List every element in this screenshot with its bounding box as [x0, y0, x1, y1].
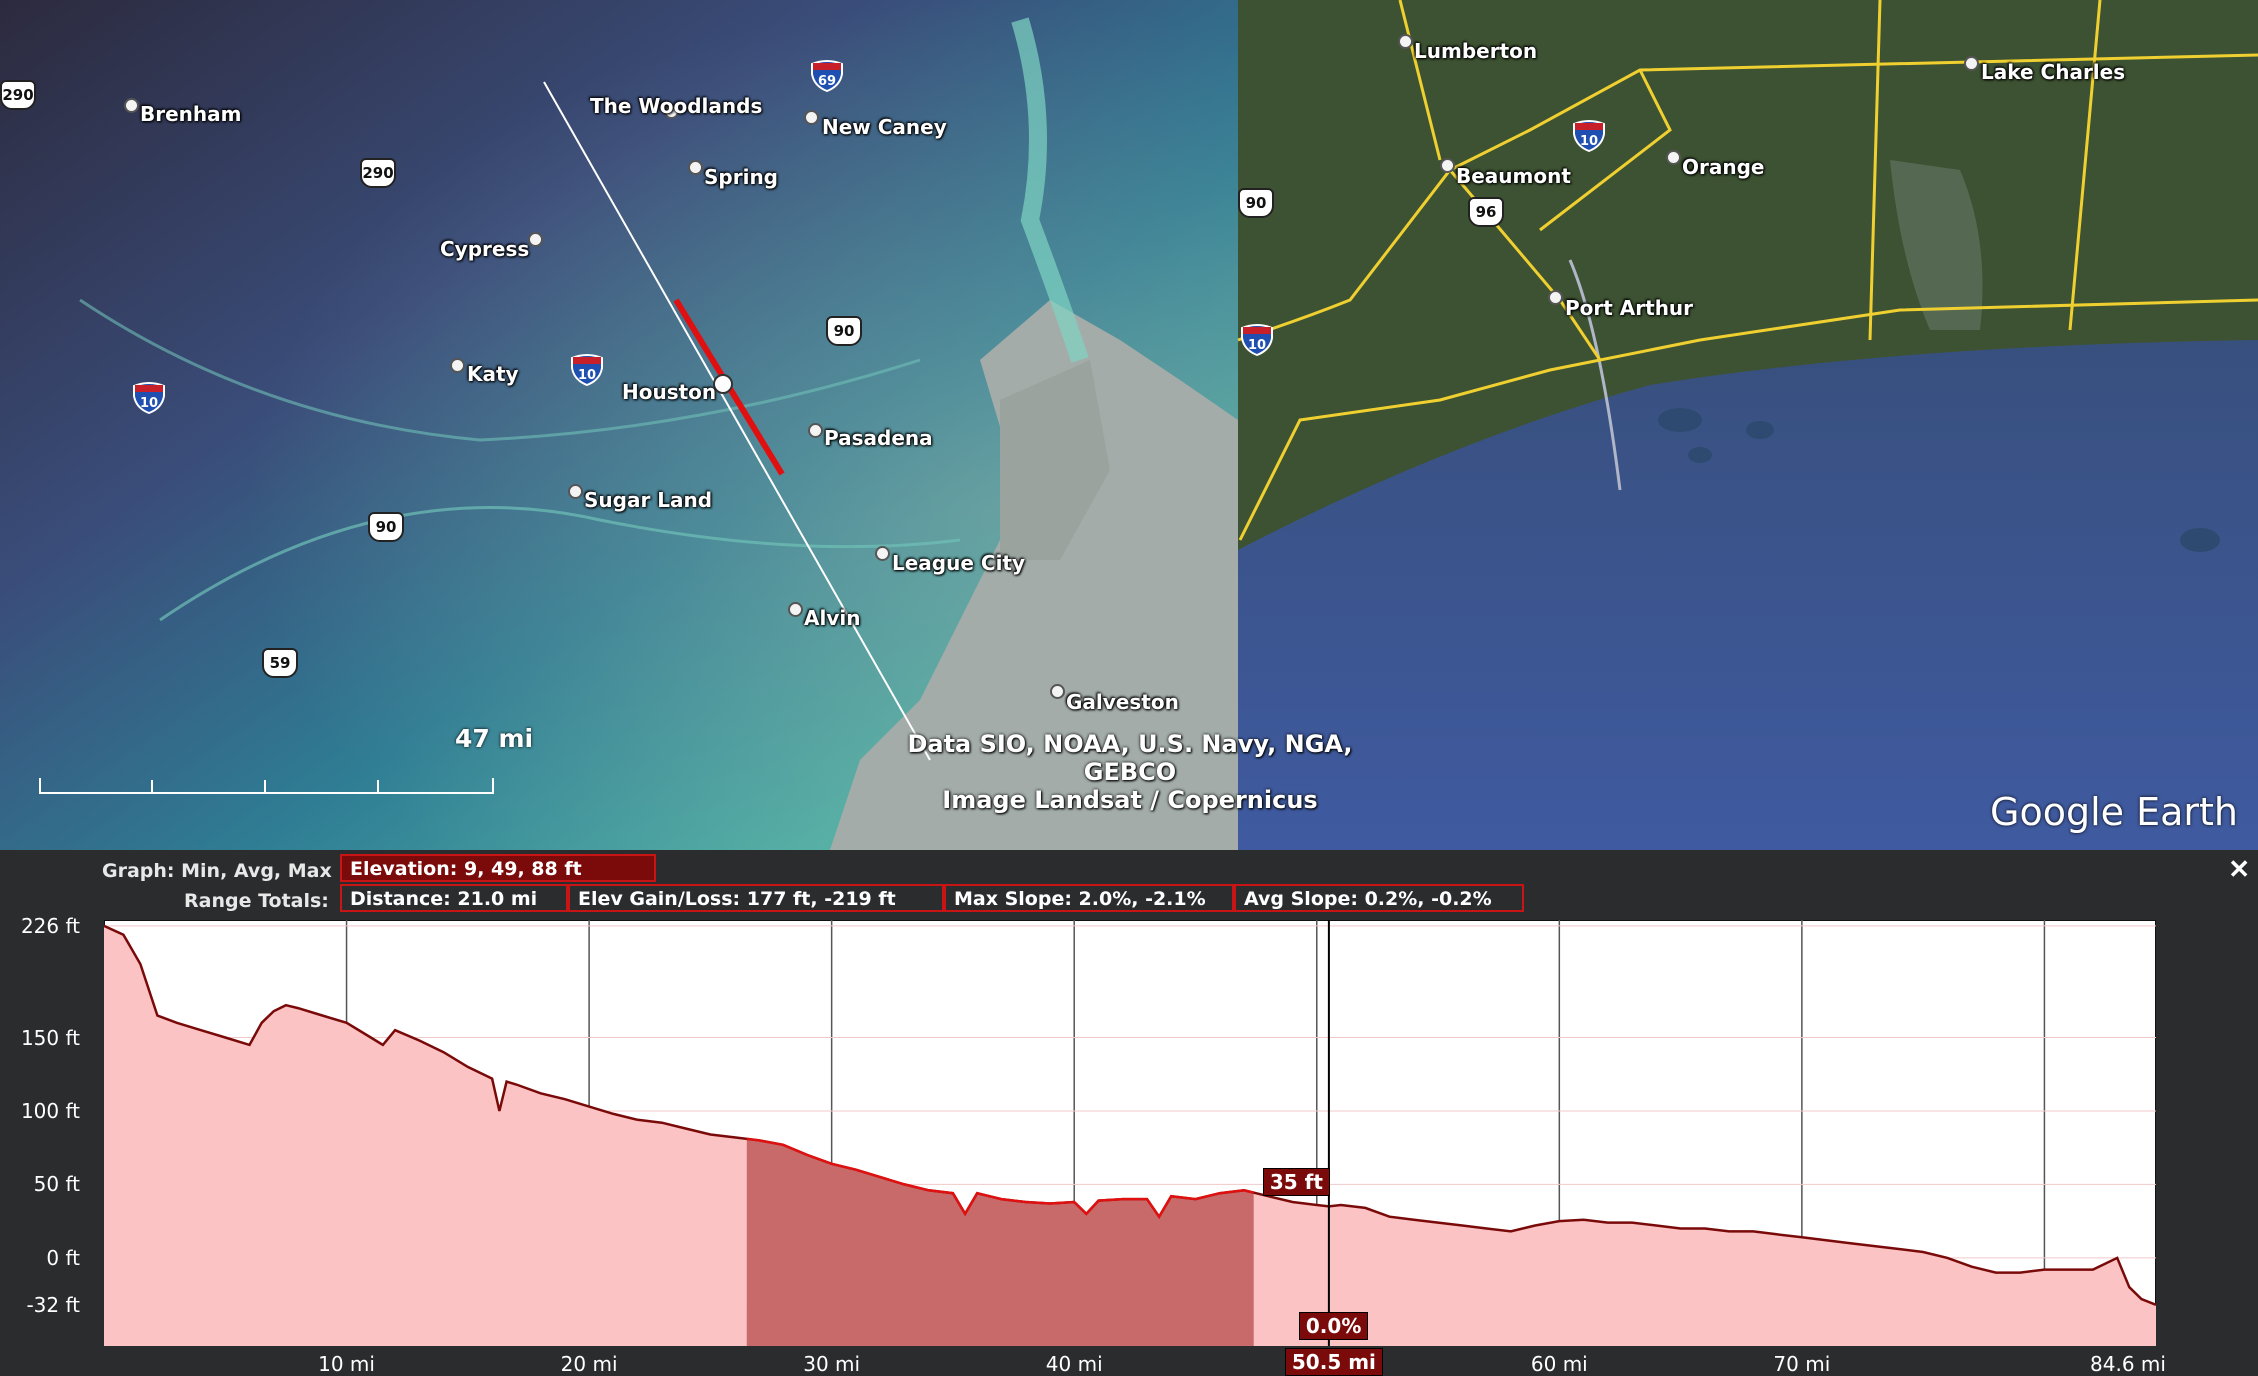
place-dot[interactable] [875, 546, 890, 561]
x-tick-label: 60 mi [1530, 1352, 1588, 1376]
place-label: Cypress [440, 237, 530, 261]
y-tick-label: 226 ft [20, 913, 80, 938]
place-label: New Caney [822, 115, 947, 139]
place-dot[interactable] [804, 110, 819, 125]
svg-text:10: 10 [140, 396, 158, 411]
place-dot[interactable] [528, 232, 543, 247]
y-tick-label: 150 ft [20, 1025, 80, 1050]
elevation-stat: Elevation: 9, 49, 88 ft [340, 854, 656, 882]
us-route-shield-icon: 290 [360, 158, 396, 188]
scale-label: 47 mi [455, 724, 534, 753]
map-view[interactable]: Brenham The Woodlands New Caney Spring C… [0, 0, 2258, 850]
x-tick-label: 84.6 mi [2090, 1352, 2166, 1376]
svg-text:10: 10 [1248, 338, 1266, 353]
us-route-shield-icon: 90 [368, 512, 404, 542]
interstate-shield-icon: 10 [133, 382, 165, 414]
range-totals-label: Range Totals: [184, 890, 329, 912]
place-dot[interactable] [1440, 158, 1455, 173]
cursor-slope-tag: 0.0% [1298, 1312, 1369, 1340]
place-label: Brenham [140, 102, 242, 126]
x-tick-label: 40 mi [1045, 1352, 1103, 1376]
max-slope-stat: Max Slope: 2.0%, -2.1% [944, 884, 1234, 912]
place-label: Beaumont [1456, 164, 1571, 188]
place-label: Lumberton [1414, 39, 1538, 63]
place-label: Katy [467, 362, 519, 386]
place-dot[interactable] [1666, 150, 1681, 165]
place-dot[interactable] [1548, 290, 1563, 305]
place-label: Houston [622, 380, 717, 404]
place-dot[interactable] [450, 358, 465, 373]
place-dot[interactable] [1050, 684, 1065, 699]
place-label: Lake Charles [1981, 60, 2126, 84]
us-route-shield-icon: 59 [262, 648, 298, 678]
place-label: Pasadena [824, 426, 933, 450]
place-dot[interactable] [1964, 56, 1979, 71]
y-tick-label: 100 ft [20, 1098, 80, 1123]
elevation-profile-panel: Graph: Min, Avg, Max Elevation: 9, 49, 8… [0, 850, 2258, 1376]
x-tick-label: 10 mi [318, 1352, 375, 1376]
place-label: Galveston [1066, 690, 1179, 714]
place-dot[interactable] [568, 484, 583, 499]
place-dot[interactable] [808, 423, 823, 438]
place-label: Orange [1682, 155, 1765, 179]
y-tick-label: 0 ft [46, 1245, 80, 1270]
place-label: The Woodlands [590, 94, 763, 118]
avg-slope-stat: Avg Slope: 0.2%, -0.2% [1234, 884, 1524, 912]
attribution: Data SIO, NOAA, U.S. Navy, NGA, GEBCO Im… [860, 730, 1400, 814]
place-dot[interactable] [1398, 34, 1413, 49]
elevation-chart[interactable] [104, 920, 2156, 1346]
us-route-shield-icon: 90 [1238, 188, 1274, 218]
x-tick-label: 30 mi [803, 1352, 861, 1376]
y-tick-label: -32 ft [26, 1292, 80, 1317]
interstate-shield-icon: 69 [811, 60, 843, 92]
us-route-shield-icon: 90 [826, 316, 862, 346]
y-tick-label: 50 ft [33, 1172, 80, 1197]
place-label: Alvin [804, 606, 861, 630]
attribution-line: Image Landsat / Copernicus [942, 786, 1318, 814]
map-imagery [0, 0, 2258, 850]
place-label: League City [892, 551, 1026, 575]
interstate-shield-icon: 10 [1573, 120, 1605, 152]
interstate-shield-icon: 10 [1241, 324, 1273, 356]
place-label: Spring [704, 165, 778, 189]
cursor-elevation-tag: 35 ft [1262, 1168, 1330, 1197]
us-route-shield-icon: 96 [1468, 197, 1504, 227]
place-label: Sugar Land [584, 488, 713, 512]
graph-label: Graph: Min, Avg, Max [102, 860, 332, 882]
svg-text:10: 10 [1580, 134, 1598, 149]
attribution-line: Data SIO, NOAA, U.S. Navy, NGA, GEBCO [907, 730, 1353, 786]
place-label: Port Arthur [1565, 296, 1694, 320]
x-tick-label: 20 mi [560, 1352, 618, 1376]
svg-text:69: 69 [818, 74, 836, 89]
x-tick-label: 70 mi [1773, 1352, 1831, 1376]
google-earth-logo: Google Earth [1990, 790, 2238, 834]
us-route-shield-icon: 290 [0, 80, 36, 110]
cursor-distance-tag: 50.5 mi [1284, 1348, 1383, 1376]
distance-stat: Distance: 21.0 mi [340, 884, 568, 912]
place-dot[interactable] [788, 602, 803, 617]
place-dot[interactable] [688, 160, 703, 175]
interstate-shield-icon: 10 [571, 354, 603, 386]
svg-text:10: 10 [578, 368, 596, 383]
place-dot[interactable] [124, 98, 139, 113]
elev-gain-loss-stat: Elev Gain/Loss: 177 ft, -219 ft [568, 884, 944, 912]
close-icon[interactable]: ✕ [2228, 854, 2250, 885]
